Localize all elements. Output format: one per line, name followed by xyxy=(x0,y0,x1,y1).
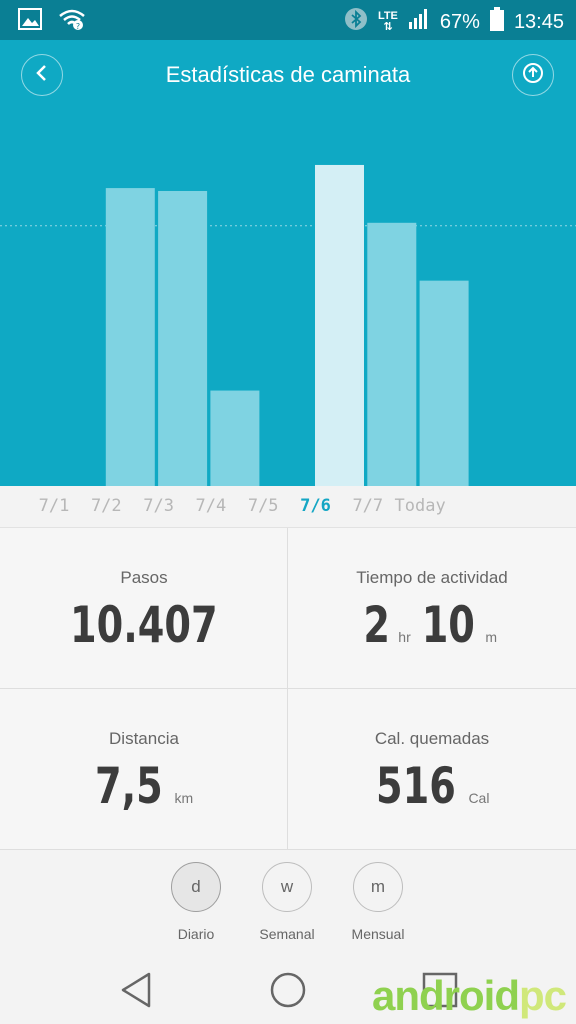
share-button[interactable] xyxy=(512,54,554,96)
activity-hours: 2 xyxy=(363,596,390,654)
x-tick-label[interactable]: 7/3 xyxy=(143,496,174,516)
chart-bar-7-4[interactable] xyxy=(210,390,260,486)
period-weekly-circle[interactable]: w xyxy=(262,862,312,912)
period-selector: d Diario w Semanal m Mensual xyxy=(0,850,576,956)
distance-value: 7,5 xyxy=(94,757,163,815)
nav-back-button[interactable] xyxy=(117,970,157,1010)
period-weekly-label: Semanal xyxy=(259,926,315,942)
app-bar: Estadísticas de caminata xyxy=(0,40,576,110)
period-daily-label: Diario xyxy=(177,926,215,942)
period-daily-circle[interactable]: d xyxy=(171,862,221,912)
activity-label: Tiempo de actividad xyxy=(356,568,508,587)
chart-bar-7-3[interactable] xyxy=(158,190,208,486)
nav-home-button[interactable] xyxy=(268,970,308,1010)
activity-cell: Tiempo de actividad 2 hr 10 m xyxy=(288,528,576,689)
x-tick-label[interactable]: 7/5 xyxy=(248,496,279,516)
image-icon xyxy=(18,8,42,35)
bluetooth-icon xyxy=(344,7,368,37)
signal-icon xyxy=(408,8,430,36)
wifi-icon: ? xyxy=(58,8,86,35)
home-circle-icon xyxy=(268,972,308,1014)
chart-svg xyxy=(0,164,576,486)
system-nav-bar: androidpc xyxy=(0,956,576,1024)
watermark-part1: android xyxy=(371,972,520,1019)
battery-icon xyxy=(489,7,504,37)
x-tick-label[interactable]: 7/6 xyxy=(300,496,331,516)
steps-bar-chart xyxy=(0,110,576,486)
watermark-part2: pc xyxy=(518,972,567,1019)
distance-label: Distancia xyxy=(109,729,179,748)
svg-text:?: ? xyxy=(76,22,80,30)
upload-icon xyxy=(522,62,544,89)
period-daily-button[interactable]: d Diario xyxy=(156,862,236,942)
divider xyxy=(0,688,576,689)
stats-grid: Pasos 10.407 Tiempo de actividad 2 hr 10… xyxy=(0,528,576,850)
steps-label: Pasos xyxy=(120,568,168,587)
clock: 13:45 xyxy=(513,10,564,33)
status-bar: ? LTE ⇅ 67% 13:45 xyxy=(0,0,576,40)
activity-minutes: 10 xyxy=(421,596,475,654)
calories-value: 516 xyxy=(375,757,456,815)
x-tick-label[interactable]: 7/4 xyxy=(196,496,227,516)
calories-label: Cal. quemadas xyxy=(374,729,490,748)
distance-unit: km xyxy=(174,790,194,806)
chart-bar-7-2[interactable] xyxy=(105,188,155,486)
page-title: Estadísticas de caminata xyxy=(165,62,411,87)
period-weekly-button[interactable]: w Semanal xyxy=(247,862,327,942)
x-tick-label[interactable]: 7/7 xyxy=(352,496,383,516)
steps-value: 10.407 xyxy=(70,596,218,654)
lte-indicator: LTE ⇅ xyxy=(377,10,398,33)
chart-bar-7-7[interactable] xyxy=(367,222,417,486)
calories-cell: Cal. quemadas 516 Cal xyxy=(288,689,576,850)
chart-bar-today[interactable] xyxy=(419,280,469,486)
distance-cell: Distancia 7,5 km xyxy=(0,689,288,850)
battery-percent: 67% xyxy=(439,10,480,33)
activity-minutes-unit: m xyxy=(485,629,498,645)
period-monthly-label: Mensual xyxy=(351,926,405,942)
watermark-logo: androidpc xyxy=(371,972,567,1020)
x-tick-label[interactable]: 7/2 xyxy=(91,496,122,516)
x-tick-label[interactable]: 7/1 xyxy=(39,496,70,516)
activity-hours-unit: hr xyxy=(398,629,411,645)
period-monthly-button[interactable]: m Mensual xyxy=(338,862,418,942)
chart-bar-7-6[interactable] xyxy=(315,164,364,486)
divider xyxy=(287,528,288,850)
back-triangle-icon xyxy=(117,972,157,1014)
x-tick-label[interactable]: Today xyxy=(395,496,446,516)
period-monthly-circle[interactable]: m xyxy=(353,862,403,912)
steps-cell: Pasos 10.407 xyxy=(0,528,288,689)
chart-x-axis: 7/1 7/2 7/3 7/4 7/5 7/6 7/7 Today xyxy=(0,486,576,528)
calories-unit: Cal xyxy=(468,790,490,806)
